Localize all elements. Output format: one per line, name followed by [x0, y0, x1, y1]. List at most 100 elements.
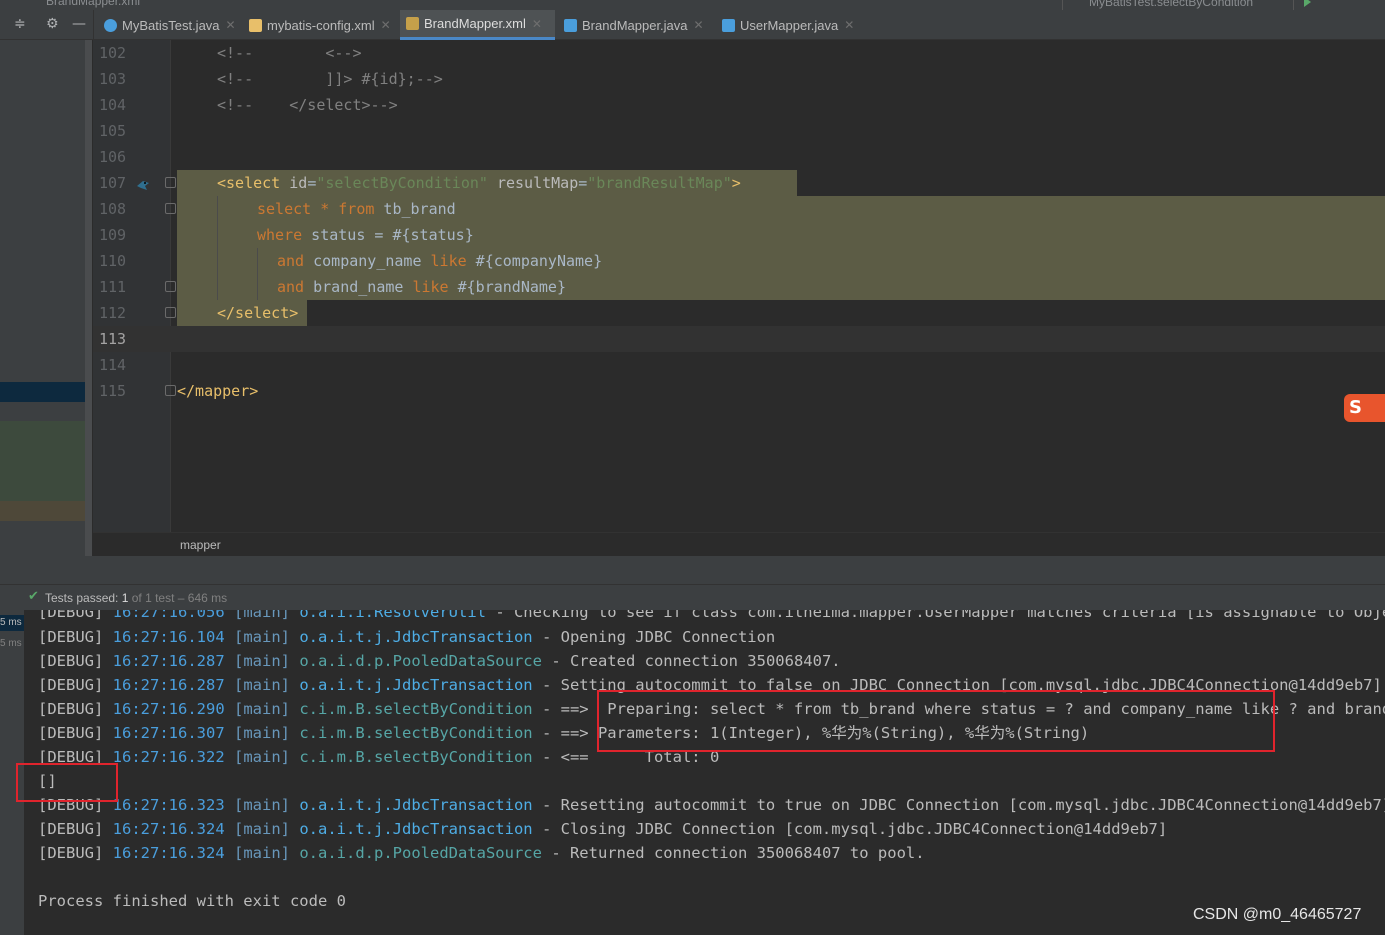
- fold-icon[interactable]: [165, 281, 176, 292]
- log-time: 16:27:16.290: [112, 700, 225, 718]
- collapse-icon[interactable]: ≑: [14, 16, 26, 32]
- fold-icon[interactable]: [165, 177, 176, 188]
- log-time: 16:27:16.324: [112, 820, 225, 838]
- log-time: 16:27:16.324: [112, 844, 225, 862]
- tab-mybatis-config-xml[interactable]: mybatis-config.xml ✕: [243, 10, 398, 40]
- minimize-icon[interactable]: —: [72, 16, 86, 32]
- line-number: 115: [99, 382, 127, 400]
- code-line: 104 <!-- </select>-->: [93, 92, 1385, 118]
- test-duration: 5 ms: [0, 638, 22, 649]
- code-line: 111 and brand_name like #{brandName}: [93, 274, 1385, 300]
- status-prefix: Tests passed:: [45, 591, 119, 605]
- xml-file-icon: [249, 18, 262, 32]
- tab-label: UserMapper.java: [740, 17, 839, 33]
- log-logger: c.i.m.B.selectByCondition: [299, 724, 533, 742]
- mybatis-java-icon: [722, 18, 735, 32]
- mybatis-bird-icon[interactable]: [135, 175, 151, 191]
- sql-keyword: like: [412, 278, 449, 296]
- gear-icon[interactable]: ⚙: [46, 16, 59, 32]
- close-icon[interactable]: ✕: [844, 18, 854, 32]
- line-number: 110: [99, 252, 127, 270]
- log-message: - Opening JDBC Connection: [532, 628, 776, 646]
- close-icon[interactable]: ✕: [226, 18, 236, 32]
- run-config-selector[interactable]: MyBatisTest.selectByCondition: [1062, 0, 1294, 10]
- sql-text: brand_name: [304, 278, 413, 296]
- line-number: 104: [99, 96, 127, 114]
- log-logger: o.a.i.t.j.JdbcTransaction: [299, 796, 533, 814]
- sql-text: tb_brand: [374, 200, 456, 218]
- sql-text: #{companyName}: [466, 252, 603, 270]
- indent-guide: [217, 196, 218, 300]
- xml-eq: =: [578, 174, 588, 192]
- annotation-box-sql: [597, 690, 1275, 752]
- tab-usermapper-java[interactable]: UserMapper.java ✕: [716, 10, 861, 40]
- test-status-bar: ✔ Tests passed: 1 of 1 test – 646 ms: [0, 584, 1385, 610]
- log-thread: [main]: [234, 628, 290, 646]
- run-icon[interactable]: [1304, 0, 1311, 7]
- scrollbar[interactable]: [85, 40, 92, 556]
- test-duration: 5 ms: [0, 617, 22, 628]
- sql-text: #{brandName}: [448, 278, 566, 296]
- tree-row[interactable]: [0, 501, 85, 521]
- code-line: 109 where status = #{status}: [93, 222, 1385, 248]
- log-time: 16:27:16.322: [112, 748, 225, 766]
- sql-keyword: from: [338, 200, 375, 218]
- code-line: 114: [93, 352, 1385, 378]
- close-icon[interactable]: ✕: [381, 18, 391, 32]
- xml-tag: >: [731, 174, 741, 192]
- fold-icon[interactable]: [165, 307, 176, 318]
- fold-icon[interactable]: [165, 385, 176, 396]
- close-icon[interactable]: ✕: [694, 18, 704, 32]
- tab-mybatistest-java[interactable]: MyBatisTest.java ✕: [98, 10, 239, 40]
- window-title: BrandMapper.xml: [46, 0, 141, 8]
- log-level: [DEBUG]: [38, 628, 104, 646]
- xml-eq: =: [307, 174, 317, 192]
- log-logger: o.a.i.d.p.PooledDataSource: [299, 652, 542, 670]
- tab-label: BrandMapper.xml: [424, 16, 526, 31]
- line-number: 111: [99, 278, 127, 296]
- code-line: 102 <!-- <-->: [93, 40, 1385, 66]
- sql-keyword: and: [277, 278, 305, 296]
- selected-tree-row[interactable]: [0, 382, 92, 402]
- code-editor[interactable]: 102 <!-- <--> 103 <!-- ]]> #{id};--> 104…: [93, 40, 1385, 532]
- editor-toolbar: ≑ ⚙ —: [0, 10, 94, 40]
- log-thread: [main]: [234, 700, 290, 718]
- log-logger: o.a.i.d.p.PooledDataSource: [299, 844, 542, 862]
- close-icon[interactable]: ✕: [532, 17, 542, 31]
- ime-icon[interactable]: S: [1344, 394, 1385, 422]
- log-level: [DEBUG]: [38, 724, 104, 742]
- console-output[interactable]: [DEBUG] 16:27:16.056 [main] o.a.i.i.Reso…: [24, 610, 1385, 935]
- watermark: CSDN @m0_46465727: [1193, 906, 1362, 923]
- code-line: 103 <!-- ]]> #{id};-->: [93, 66, 1385, 92]
- editor-breadcrumb: mapper: [93, 532, 1385, 556]
- run-panel-header: [0, 556, 1385, 584]
- tab-brandmapper-xml[interactable]: BrandMapper.xml ✕: [400, 10, 555, 40]
- console-line: Process finished with exit code 0: [38, 889, 346, 913]
- tab-brandmapper-java[interactable]: BrandMapper.java ✕: [558, 10, 710, 40]
- log-logger: c.i.m.B.selectByCondition: [299, 748, 533, 766]
- breadcrumb-item[interactable]: mapper: [180, 538, 221, 552]
- code-line: 105: [93, 118, 1385, 144]
- log-message: - Closing JDBC Connection [com.mysql.jdb…: [532, 820, 1168, 838]
- log-level: [DEBUG]: [38, 700, 104, 718]
- log-time: 16:27:16.323: [112, 796, 225, 814]
- log-time: 16:27:16.287: [112, 676, 225, 694]
- check-icon: ✔: [28, 589, 39, 604]
- test-status-text: Tests passed: 1 of 1 test – 646 ms: [45, 591, 227, 605]
- console-line: [DEBUG] 16:27:16.324 [main] o.a.i.d.p.Po…: [38, 841, 925, 865]
- mybatis-java-icon: [564, 18, 577, 32]
- tab-label: mybatis-config.xml: [267, 17, 375, 33]
- sql-text: status = #{status}: [302, 226, 474, 244]
- log-thread: [main]: [234, 724, 290, 742]
- fold-icon[interactable]: [165, 203, 176, 214]
- code-text: <!-- </select>-->: [217, 96, 398, 114]
- code-text: <!-- <-->: [217, 44, 362, 62]
- line-number: 114: [99, 356, 127, 374]
- log-level: [DEBUG]: [38, 610, 104, 621]
- xml-tag: </select>: [217, 304, 299, 322]
- sql-keyword: and: [277, 252, 305, 270]
- line-number: 113: [99, 330, 127, 348]
- log-message: - Returned connection 350068407 to pool.: [541, 844, 925, 862]
- sql-text: *: [311, 200, 339, 218]
- sql-keyword: where: [257, 226, 303, 244]
